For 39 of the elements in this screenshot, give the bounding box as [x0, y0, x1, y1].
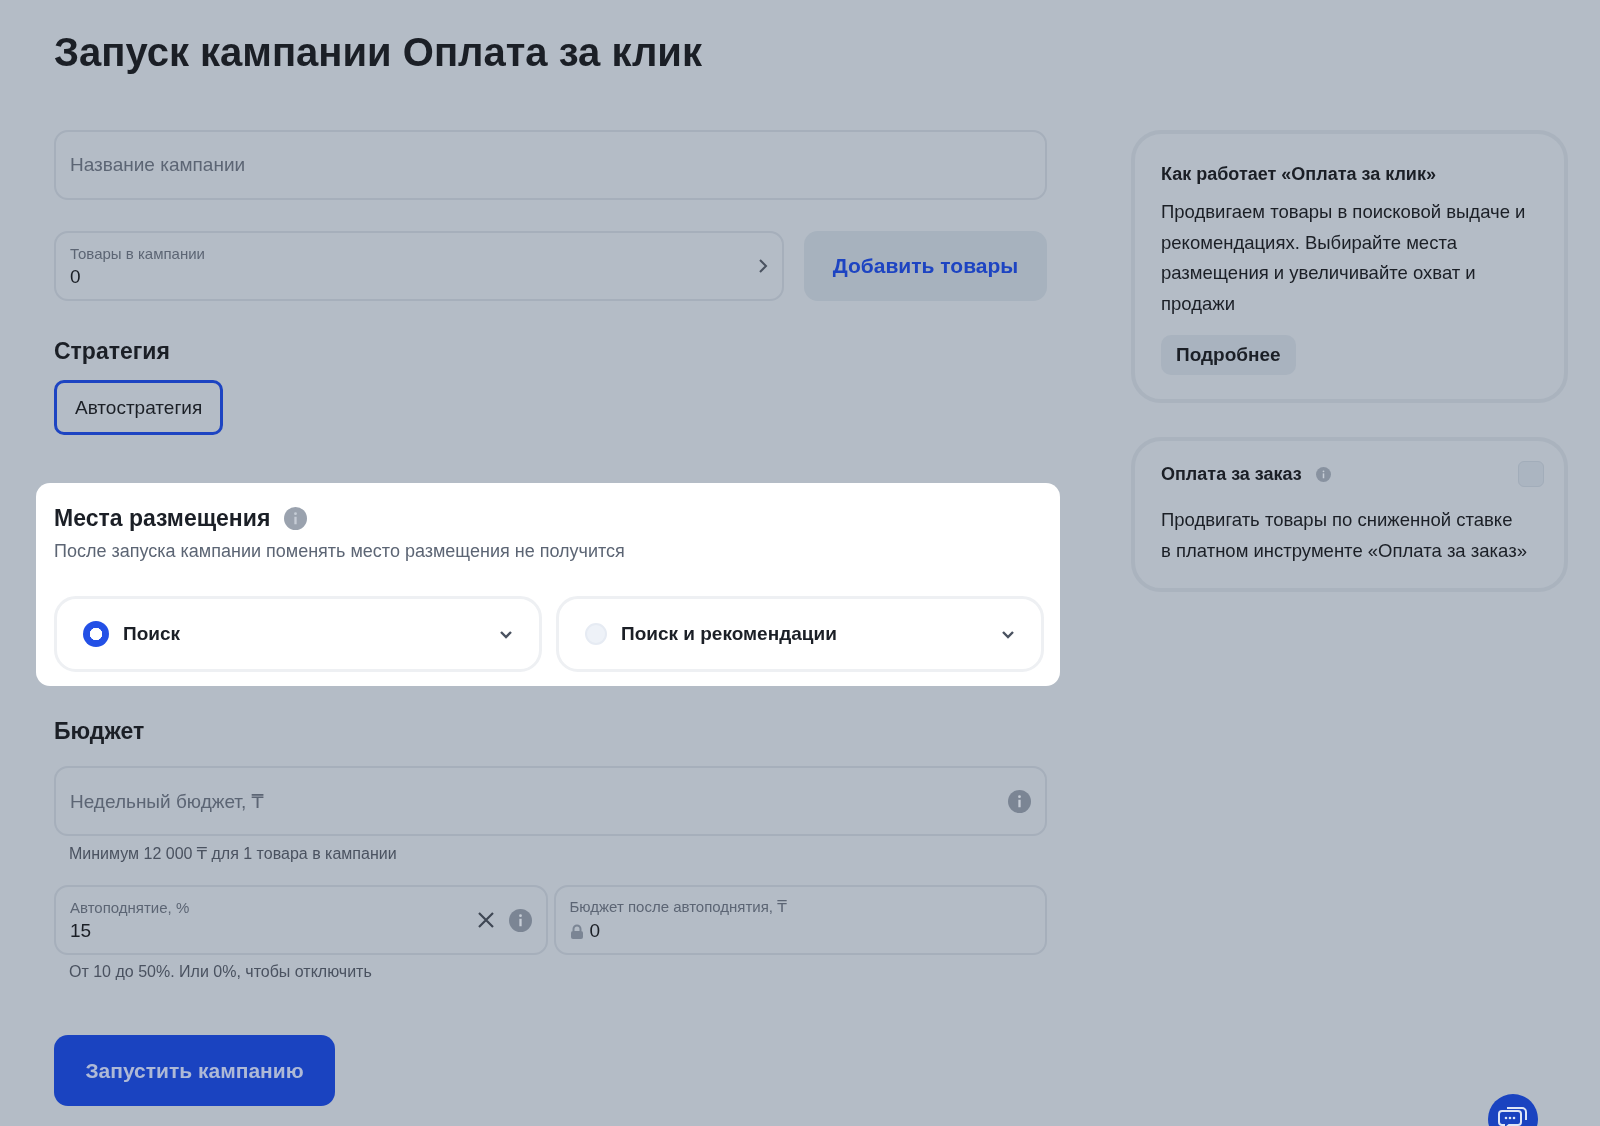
- section-heading: Места размещения: [54, 504, 271, 533]
- info-icon[interactable]: [284, 506, 308, 530]
- section-heading: Стратегия: [54, 337, 171, 366]
- placement-option[interactable]: Поиск: [54, 596, 542, 672]
- field-placeholder: Недельный бюджет, ₸: [70, 789, 265, 813]
- products-field[interactable]: Товары в кампании 0: [54, 231, 784, 301]
- page-title: Запуск кампании Оплата за клик: [54, 29, 703, 76]
- card-title: Как работает «Оплата за клик»: [1161, 164, 1437, 185]
- placement-option[interactable]: Поиск и рекомендации: [556, 596, 1044, 672]
- chevron-right-icon: [758, 258, 768, 274]
- field-hint: От 10 до 50%. Или 0%, чтобы отключить: [69, 963, 373, 981]
- info-icon[interactable]: [1008, 789, 1031, 813]
- clear-icon[interactable]: [476, 911, 495, 929]
- strategy-option[interactable]: Автостратегия: [54, 380, 224, 435]
- placements-note: После запуска кампании поменять место размещения не получится: [54, 541, 626, 562]
- radio-button[interactable]: [83, 621, 109, 647]
- field-label: Автоподнятие, %: [70, 898, 191, 916]
- field-label: Бюджет после автоподнятия, ₸: [569, 898, 788, 916]
- lock-icon: [569, 923, 584, 939]
- chevron-down-icon: [1001, 629, 1015, 639]
- field-hint: Минимум 12 000 ₸ для 1 товара в кампании: [69, 844, 398, 863]
- field-value: 0: [589, 920, 601, 942]
- info-icon[interactable]: [1315, 466, 1331, 482]
- chat-icon: [1498, 1105, 1528, 1126]
- card-text: Продвигаем товары в поисковой выдаче и рекомендациях. Выбирайте места размещения и увеличивайте охват и продажи: [1161, 200, 1527, 316]
- launch-campaign-button[interactable]: Запустить кампанию: [54, 1035, 335, 1106]
- add-products-button[interactable]: Добавить товары: [804, 231, 1047, 301]
- info-icon[interactable]: [508, 908, 532, 932]
- field-value: 0: [70, 265, 82, 288]
- section-heading: Бюджет: [54, 717, 146, 746]
- card-text: Продвигать товары по сниженной ставке в платном инструменте «Оплата за заказ»: [1161, 508, 1527, 563]
- field-value: 15: [70, 919, 93, 942]
- radio-button[interactable]: [585, 623, 607, 645]
- chevron-down-icon: [499, 629, 513, 639]
- more-button[interactable]: Подробнее: [1161, 335, 1296, 375]
- field-label: Товары в кампании: [70, 244, 206, 262]
- autoraise-field[interactable]: Автоподнятие, % 15: [54, 885, 548, 955]
- field-placeholder: Название кампании: [70, 154, 247, 176]
- card-title: Оплата за заказ: [1161, 463, 1302, 485]
